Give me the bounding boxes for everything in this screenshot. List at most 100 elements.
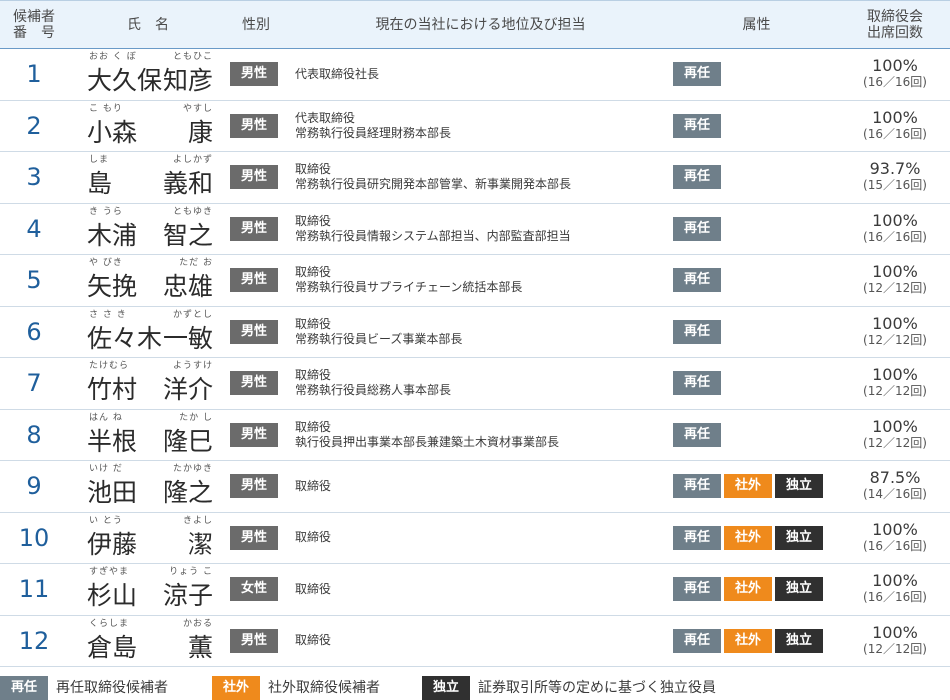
candidate-position: 取締役 常務執行役員研究開発本部管掌、新事業開発本部長 bbox=[288, 151, 673, 204]
attendance-rate: 100% bbox=[872, 107, 918, 127]
candidate-number: 12 bbox=[0, 615, 68, 667]
candidate-gender: 男性 bbox=[228, 203, 288, 255]
name-block: くらしま かおる 倉島 薫 bbox=[87, 619, 213, 665]
family-name: 佐々木 bbox=[87, 323, 163, 353]
candidate-name: たけむら ようすけ 竹村 洋介 bbox=[68, 357, 228, 410]
candidate-name: い とう きよし 伊藤 潔 bbox=[68, 512, 228, 564]
candidate-attendance: 100% (12／12回) bbox=[840, 357, 950, 410]
name-block: い とう きよし 伊藤 潔 bbox=[87, 516, 213, 562]
attr-badge-independent: 独立 bbox=[775, 474, 823, 499]
given-name: 潔 bbox=[187, 529, 213, 559]
header-gender: 性別 bbox=[228, 0, 288, 49]
attendance-rate: 87.5% bbox=[869, 468, 921, 488]
given-name: 一敏 bbox=[162, 323, 213, 353]
given-name: 忠雄 bbox=[162, 272, 213, 301]
candidate-number: 11 bbox=[0, 563, 68, 616]
attendance-count: (16／16回) bbox=[863, 590, 927, 605]
candidate-name: き うら ともゆき 木浦 智之 bbox=[68, 203, 228, 255]
gender-badge: 男性 bbox=[230, 422, 278, 447]
candidate-gender: 男性 bbox=[228, 409, 288, 461]
position-line: 取締役 bbox=[295, 633, 332, 648]
table-row: 4き うら ともゆき 木浦 智之 男性 取締役 常務執行役員情報システム部担当、内部監査部担… bbox=[0, 203, 950, 255]
attr-badge-reappoint: 再任 bbox=[673, 113, 721, 138]
table-row: 8 はん ねたか し半根 隆巳 男性 取締役 執行役員押出事業本部長兼建築土木資材事業部長… bbox=[0, 409, 950, 461]
legend-badge-outside: 社外 bbox=[212, 676, 260, 700]
name-block: たけむら ようすけ 竹村 洋介 bbox=[87, 361, 213, 407]
candidate-gender: 男性 bbox=[228, 357, 288, 410]
candidate-position: 取締役 bbox=[288, 460, 673, 513]
attendance-count: (16／16回) bbox=[863, 229, 927, 244]
attendance-rate: 100% bbox=[872, 56, 918, 76]
attr-badge-reappoint: 再任 bbox=[673, 525, 721, 550]
position-line: 取締役 bbox=[295, 478, 332, 493]
family-name-ruby: さ さ き bbox=[89, 309, 127, 320]
given-name-ruby: かおる bbox=[182, 618, 213, 629]
gender-badge: 女性 bbox=[230, 577, 278, 602]
given-name-ruby: りょう こ bbox=[169, 567, 213, 577]
name-block: こ もり やすし 小森 康 bbox=[87, 104, 213, 150]
gender-badge: 男性 bbox=[230, 216, 278, 241]
attendance-count: (16／16回) bbox=[863, 126, 927, 141]
legend-item-reappoint: 再任 再任取締役候補者 bbox=[0, 676, 168, 700]
family-name-ruby: い とう bbox=[89, 515, 123, 526]
candidate-number: 7 bbox=[0, 357, 68, 410]
name-block: き うら ともゆき 木浦 智之 bbox=[87, 207, 213, 253]
candidate-gender: 女性 bbox=[228, 563, 288, 616]
given-name-ruby: ともひこ bbox=[172, 52, 213, 62]
candidate-attendance: 93.7% (15／16回) bbox=[840, 151, 950, 204]
candidate-gender: 男性 bbox=[228, 512, 288, 564]
candidate-attendance: 100% (16／16回) bbox=[840, 203, 950, 255]
candidate-number: 6 bbox=[0, 306, 68, 358]
legend-badge-independent: 独立 bbox=[422, 676, 470, 700]
attr-badge-reappoint: 再任 bbox=[673, 216, 721, 241]
legend-item-outside: 社外 社外取締役候補者 bbox=[212, 676, 380, 700]
attendance-count: (14／16回) bbox=[863, 487, 927, 502]
candidate-name: すぎやま りょう こ杉山 涼子 bbox=[68, 563, 228, 616]
candidate-position: 取締役 bbox=[288, 615, 673, 667]
table-row: 12 くらしま かおる 倉島薫男性 取締役 再任 社外 独立 100% (12／12回) bbox=[0, 615, 950, 667]
candidate-number: 5 bbox=[0, 254, 68, 307]
attendance-count: (16／16回) bbox=[863, 75, 927, 90]
family-name: 木浦 bbox=[87, 220, 138, 250]
candidate-attributes: 再任 bbox=[673, 409, 840, 461]
given-name-ruby: たか し bbox=[179, 412, 213, 423]
candidate-name: いけ だ たかゆき 池田 隆之 bbox=[68, 460, 228, 513]
position-line: 取締役 bbox=[295, 419, 332, 434]
legend-text-independent: 証券取引所等の定めに基づく独立役員 bbox=[478, 680, 716, 696]
attendance-rate: 93.7% bbox=[869, 159, 921, 179]
candidate-attendance: 100% (12／12回) bbox=[840, 306, 950, 358]
family-name-ruby: や びき bbox=[89, 258, 123, 268]
attr-badge-outside: 社外 bbox=[724, 474, 772, 499]
candidate-number: 8 bbox=[0, 409, 68, 461]
legend-badge-reappoint: 再任 bbox=[0, 676, 48, 700]
attr-badge-reappoint: 再任 bbox=[673, 319, 721, 344]
given-name-ruby: ようすけ bbox=[172, 361, 213, 371]
position-line: 取締役 bbox=[295, 213, 332, 228]
candidate-position: 取締役 常務執行役員ビーズ事業本部長 bbox=[288, 306, 673, 358]
given-name-ruby: ともゆき bbox=[172, 206, 213, 217]
name-block: や びき ただ お矢挽 忠雄 bbox=[87, 258, 213, 304]
table-row: 2こ もり やすし 小森康男性 代表取締役 常務執行役員経理財務本部長 再任 100% (16… bbox=[0, 100, 950, 152]
gender-badge: 男性 bbox=[230, 268, 278, 293]
name-block: はん ね たか し半根 隆巳 bbox=[87, 413, 213, 459]
name-block: さ さ き かずとし 佐々木 一敏 bbox=[87, 310, 213, 356]
family-name-ruby: しま bbox=[89, 155, 110, 165]
attendance-rate: 100% bbox=[872, 313, 918, 333]
candidate-position: 取締役 執行役員押出事業本部長兼建築土木資材事業部長 bbox=[288, 409, 673, 461]
candidate-attributes: 再任 bbox=[673, 100, 840, 152]
gender-badge: 男性 bbox=[230, 525, 278, 550]
family-name: 伊藤 bbox=[87, 529, 138, 559]
gender-badge: 男性 bbox=[230, 628, 278, 653]
attr-badge-reappoint: 再任 bbox=[673, 628, 721, 653]
given-name: 洋介 bbox=[162, 375, 213, 404]
candidate-attendance: 100% (12／12回) bbox=[840, 409, 950, 461]
family-name: 倉島 bbox=[87, 632, 138, 662]
candidate-position: 取締役 常務執行役員総務人事本部長 bbox=[288, 357, 673, 410]
family-name-ruby: おお く ぼ bbox=[89, 52, 137, 62]
attendance-rate: 100% bbox=[872, 622, 918, 642]
candidate-attributes: 再任 bbox=[673, 306, 840, 358]
attr-badge-reappoint: 再任 bbox=[673, 62, 721, 87]
attr-badge-reappoint: 再任 bbox=[673, 474, 721, 499]
attendance-count: (12／12回) bbox=[863, 281, 927, 296]
candidate-gender: 男性 bbox=[228, 48, 288, 101]
